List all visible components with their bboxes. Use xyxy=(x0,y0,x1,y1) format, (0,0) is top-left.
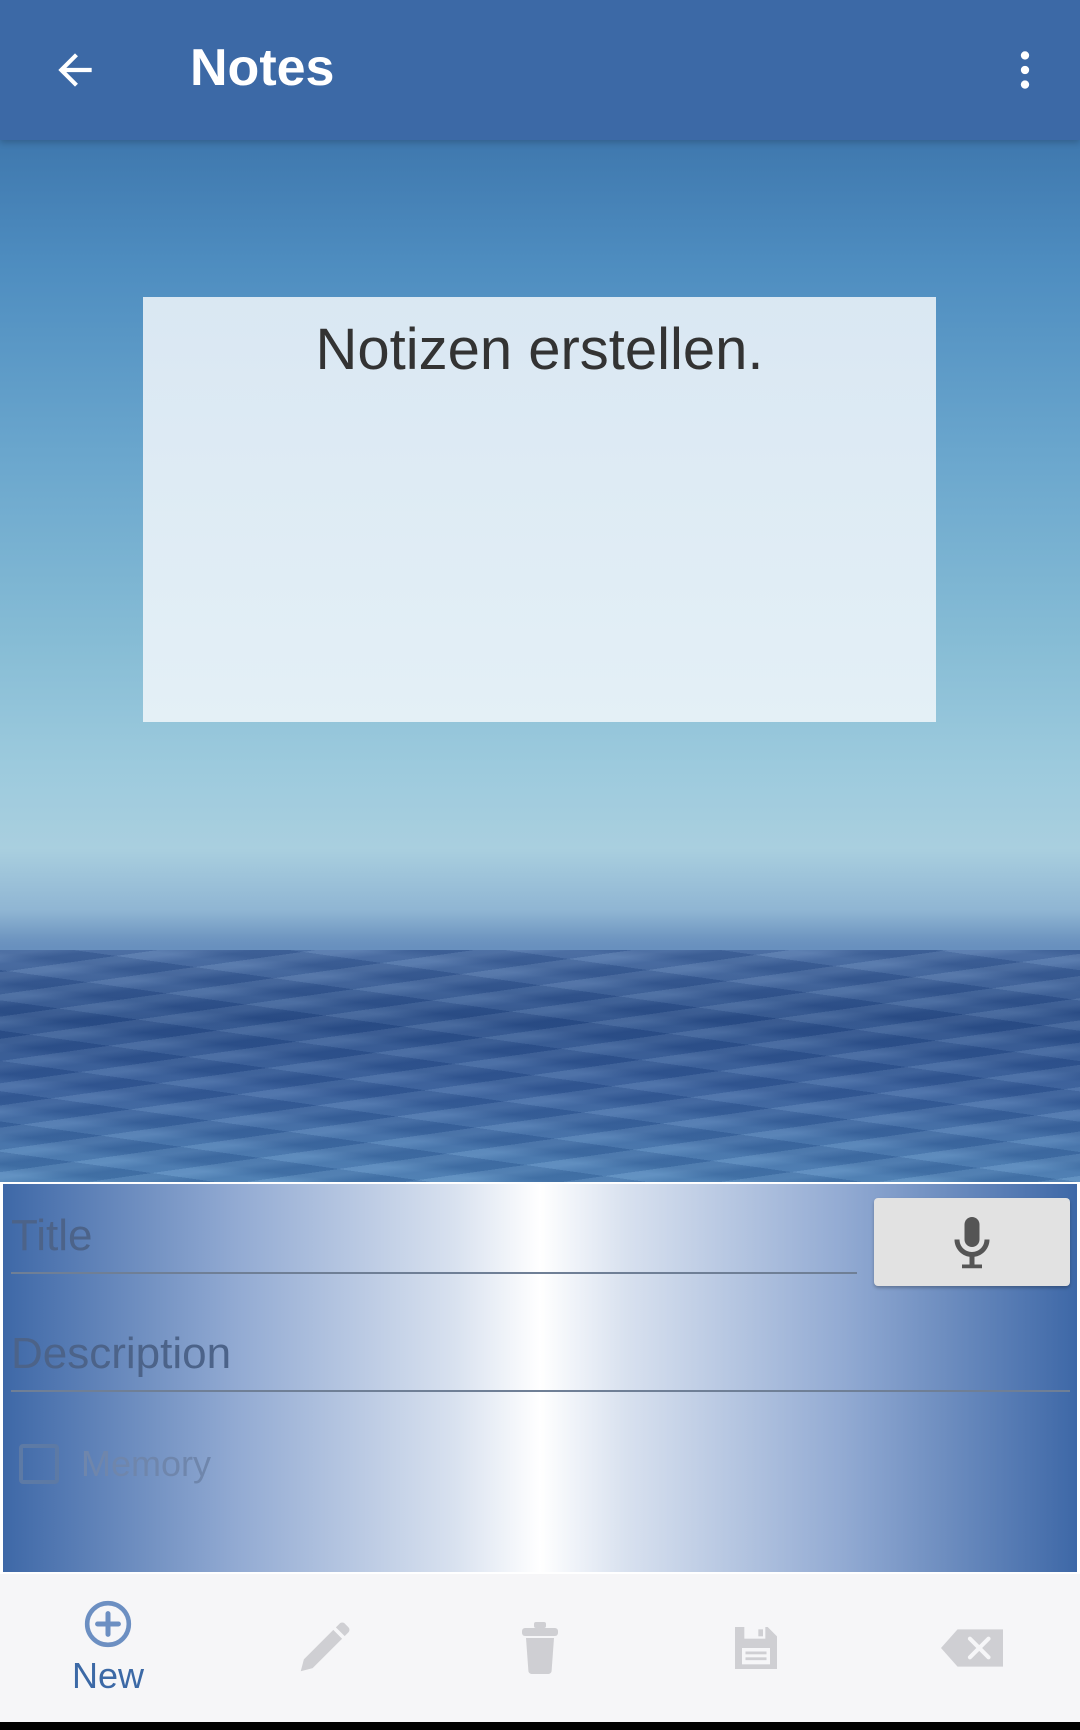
delete-note-button[interactable] xyxy=(432,1574,648,1722)
note-card[interactable]: Notizen erstellen. xyxy=(143,297,936,722)
voice-input-button[interactable] xyxy=(874,1198,1070,1286)
clear-fields-button[interactable] xyxy=(864,1574,1080,1722)
app-bar: Notes xyxy=(0,0,1080,140)
notes-screen: Notes Notizen erstellen. Memory xyxy=(0,0,1080,1730)
pencil-icon xyxy=(300,1622,350,1672)
arrow-back-icon xyxy=(58,53,92,87)
title-input[interactable] xyxy=(11,1206,857,1274)
background-sea-image: Notizen erstellen. xyxy=(0,140,1080,1182)
microphone-icon xyxy=(954,1217,990,1269)
description-input[interactable] xyxy=(11,1324,1070,1392)
sea-waves xyxy=(0,950,1080,1182)
edit-note-button[interactable] xyxy=(216,1574,432,1722)
screen-bottom-edge xyxy=(0,1722,1080,1730)
app-title: Notes xyxy=(190,39,335,97)
checkbox-box[interactable] xyxy=(19,1444,59,1484)
note-card-text: Notizen erstellen. xyxy=(315,317,764,382)
new-label: New xyxy=(71,1655,145,1696)
memory-checkbox[interactable]: Memory xyxy=(19,1434,211,1494)
overflow-menu-button[interactable] xyxy=(980,25,1070,115)
save-note-button[interactable] xyxy=(648,1574,864,1722)
back-button[interactable] xyxy=(30,25,120,115)
bottom-action-bar: New xyxy=(0,1574,1080,1722)
memory-label: Memory xyxy=(81,1443,212,1484)
new-note-button[interactable]: New xyxy=(0,1574,216,1722)
backspace-icon xyxy=(941,1629,1003,1667)
note-form: Memory xyxy=(3,1184,1077,1572)
floppy-disk-icon xyxy=(735,1627,777,1669)
add-circle-icon xyxy=(84,1600,132,1648)
trash-icon xyxy=(522,1622,558,1674)
more-vert-icon xyxy=(1020,51,1030,89)
